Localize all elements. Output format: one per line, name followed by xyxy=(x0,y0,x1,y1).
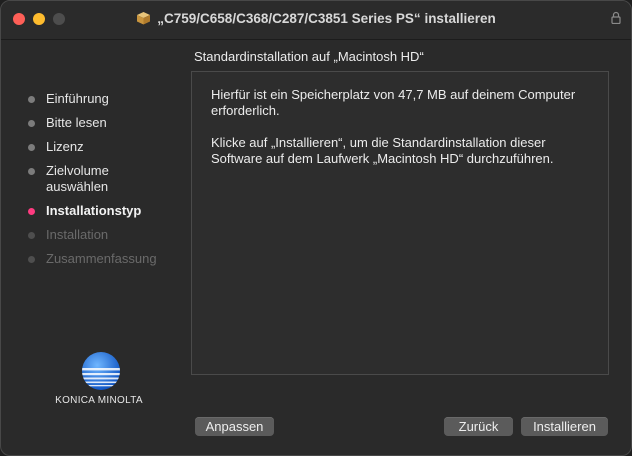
konica-minolta-globe-icon xyxy=(82,352,120,390)
package-icon xyxy=(137,12,151,25)
step-1: Einführung xyxy=(23,91,183,107)
step-5: Installationstyp xyxy=(23,203,183,219)
vendor-logo: KONICA MINOLTA xyxy=(51,351,151,406)
step-3: Lizenz xyxy=(23,139,183,155)
window-title-area: „C759/C658/C368/C287/C3851 Series PS“ in… xyxy=(1,11,631,26)
step-bullet-icon xyxy=(28,144,35,151)
back-button[interactable]: Zurück xyxy=(444,417,513,436)
lock-icon xyxy=(611,11,621,24)
install-button[interactable]: Installieren xyxy=(521,417,608,436)
content-panel: Hierfür ist ein Speicherplatz von 47,7 M… xyxy=(191,71,609,375)
step-bullet-icon xyxy=(28,256,35,263)
step-bullet-icon xyxy=(28,208,35,215)
step-label: Lizenz xyxy=(46,139,84,154)
step-label: Installationstyp xyxy=(46,203,142,218)
step-label: Bitte lesen xyxy=(46,115,107,130)
step-bullet-icon xyxy=(28,120,35,127)
pane-heading: Standardinstallation auf „Macintosh HD“ xyxy=(194,49,424,64)
step-6: Installation xyxy=(23,227,183,243)
step-bullet-icon xyxy=(28,232,35,239)
step-bullet-icon xyxy=(28,168,35,175)
step-label: Einführung xyxy=(46,91,109,106)
step-2: Bitte lesen xyxy=(23,115,183,131)
step-label: Zusammenfassung xyxy=(46,251,157,266)
step-4: Zielvolume auswählen xyxy=(23,163,183,195)
step-bullet-icon xyxy=(28,96,35,103)
disk-space-text: Hierfür ist ein Speicherplatz von 47,7 M… xyxy=(211,87,576,118)
step-label: Zielvolume auswählen xyxy=(46,163,109,194)
install-instruction-text: Klicke auf „Installieren“, um die Standa… xyxy=(211,135,554,166)
window-title: „C759/C658/C368/C287/C3851 Series PS“ in… xyxy=(157,11,496,26)
logo-wordmark: KONICA MINOLTA xyxy=(55,395,143,406)
title-bar: „C759/C658/C368/C287/C3851 Series PS“ in… xyxy=(1,1,631,40)
installer-steps: Einführung Bitte lesen Lizenz Zielvolume au… xyxy=(23,91,183,275)
installer-window: „C759/C658/C368/C287/C3851 Series PS“ in… xyxy=(0,0,632,456)
customize-button[interactable]: Anpassen xyxy=(195,417,274,436)
step-label: Installation xyxy=(46,227,109,242)
step-7: Zusammenfassung xyxy=(23,251,183,267)
